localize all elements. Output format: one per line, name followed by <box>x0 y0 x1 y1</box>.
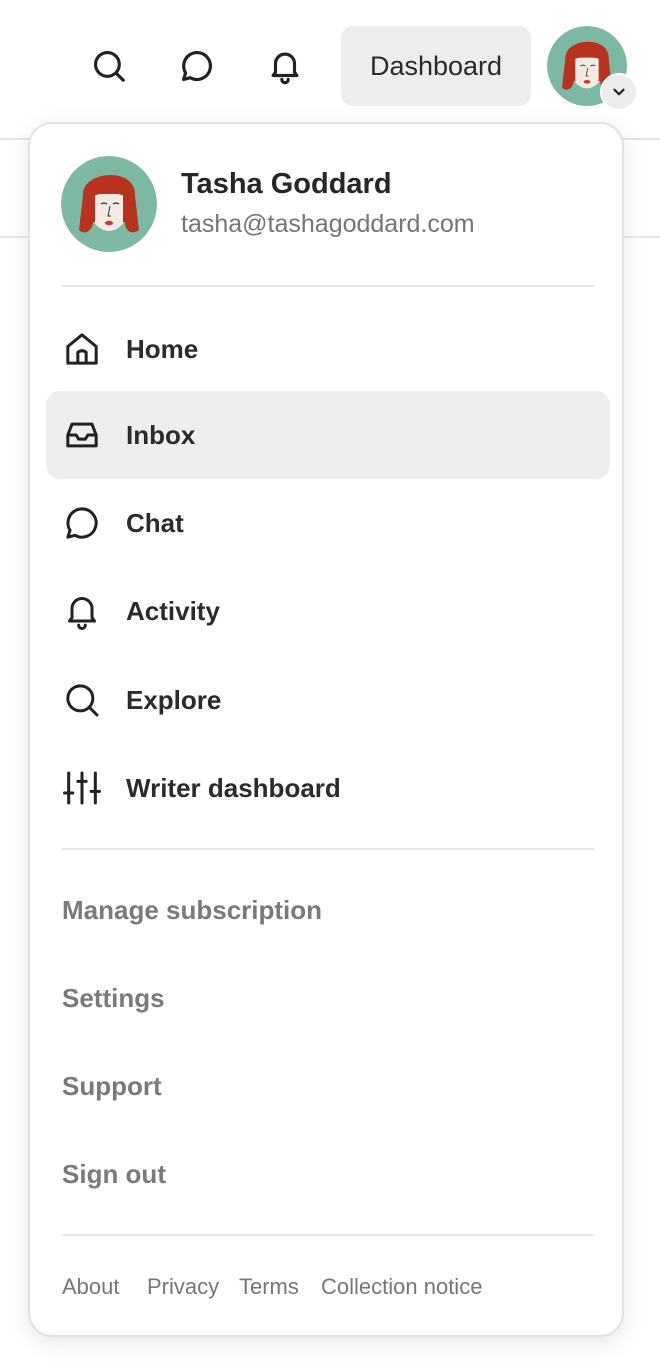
menu-item-manage-subscription[interactable]: Manage subscription <box>62 880 322 940</box>
home-icon <box>62 329 102 369</box>
footer-link-about[interactable]: About <box>62 1274 120 1300</box>
menu-divider <box>62 285 594 287</box>
nav-item-home[interactable]: Home <box>46 305 610 393</box>
notifications-button[interactable] <box>263 44 307 88</box>
search-icon <box>93 50 125 82</box>
menu-divider <box>62 848 594 850</box>
inbox-icon <box>62 415 102 455</box>
nav-item-label: Chat <box>126 508 184 538</box>
footer-link-collection-notice[interactable]: Collection notice <box>321 1274 482 1300</box>
search-button[interactable] <box>87 44 131 88</box>
profile-name: Tasha Goddard <box>181 168 392 200</box>
search-icon <box>62 680 102 720</box>
nav-item-explore[interactable]: Explore <box>46 656 610 744</box>
footer-link-terms[interactable]: Terms <box>239 1274 299 1300</box>
nav-item-label: Activity <box>126 596 220 626</box>
nav-item-label: Writer dashboard <box>126 773 341 803</box>
bell-icon <box>62 591 102 631</box>
menu-divider <box>62 1234 594 1236</box>
bell-icon <box>271 52 299 85</box>
nav-item-label: Inbox <box>126 420 196 450</box>
profile-avatar[interactable] <box>61 156 157 252</box>
menu-item-settings[interactable]: Settings <box>62 968 165 1028</box>
dashboard-button[interactable]: Dashboard <box>341 26 531 106</box>
nav-item-activity[interactable]: Activity <box>46 567 610 655</box>
chat-button[interactable] <box>175 44 219 88</box>
nav-item-chat[interactable]: Chat <box>46 479 610 567</box>
avatar-illustration <box>61 156 157 252</box>
footer-link-privacy[interactable]: Privacy <box>147 1274 219 1300</box>
account-menu-toggle[interactable] <box>600 73 638 111</box>
nav-item-writer-dashboard[interactable]: Writer dashboard <box>46 744 610 832</box>
chat-icon <box>181 50 212 82</box>
nav-item-label: Explore <box>126 685 222 715</box>
sliders-icon <box>62 768 102 808</box>
account-dropdown-menu: Tasha Goddard tasha@tashagoddard.com Hom… <box>28 122 624 1337</box>
nav-item-label: Home <box>126 334 199 364</box>
menu-item-sign-out[interactable]: Sign out <box>62 1144 166 1204</box>
nav-item-inbox[interactable]: Inbox <box>46 391 610 479</box>
chat-icon <box>62 503 102 543</box>
menu-item-support[interactable]: Support <box>62 1056 162 1116</box>
chevron-down-icon <box>613 88 625 96</box>
profile-email: tasha@tashagoddard.com <box>181 210 475 238</box>
